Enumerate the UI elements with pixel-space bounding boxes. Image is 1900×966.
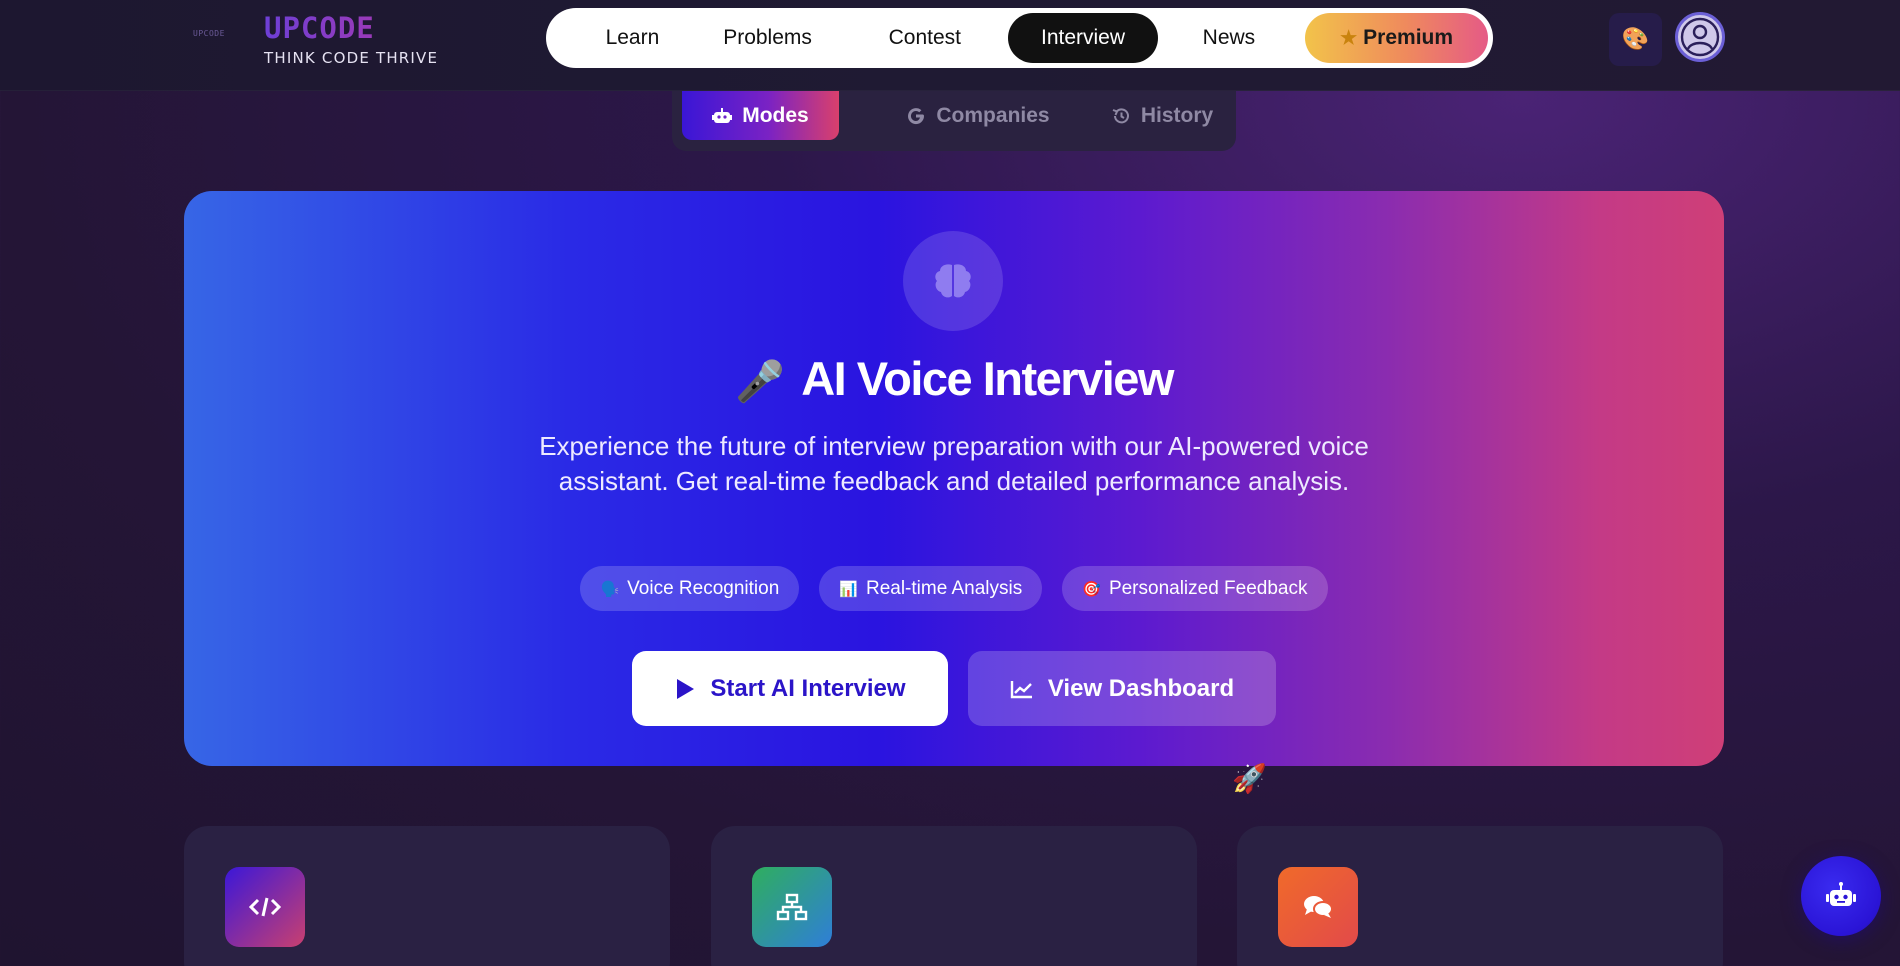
brain-icon bbox=[935, 264, 971, 298]
target-icon: 🎯 bbox=[1082, 580, 1101, 598]
mode-card-behavioral[interactable] bbox=[1237, 826, 1723, 966]
premium-label: Premium bbox=[1363, 26, 1454, 49]
palette-icon: 🎨 bbox=[1621, 27, 1650, 52]
nav-item-premium[interactable]: ★ Premium bbox=[1305, 13, 1488, 63]
feature-chip-label: Voice Recognition bbox=[627, 577, 780, 599]
google-icon bbox=[908, 107, 925, 124]
feature-chip-realtime-analysis: 📊 Real-time Analysis bbox=[819, 566, 1043, 611]
view-dashboard-button[interactable]: View Dashboard bbox=[968, 651, 1276, 726]
nav-item-interview[interactable]: Interview bbox=[1008, 13, 1158, 63]
code-icon-badge bbox=[225, 867, 305, 947]
feature-chip-label: Real-time Analysis bbox=[865, 577, 1023, 599]
interview-subtabs: Modes Companies History bbox=[672, 91, 1236, 151]
feature-chip-personalized-feedback: 🎯 Personalized Feedback bbox=[1062, 566, 1328, 611]
chatbot-button[interactable] bbox=[1801, 856, 1881, 936]
tab-history[interactable]: History bbox=[1092, 91, 1232, 140]
network-icon-badge bbox=[752, 867, 832, 947]
nav-item-contest[interactable]: Contest bbox=[841, 13, 1008, 63]
robot-icon bbox=[712, 107, 733, 123]
hero-title: 🎤 AI Voice Interview bbox=[184, 351, 1724, 406]
feature-chip-label: Personalized Feedback bbox=[1108, 577, 1308, 599]
theme-palette-button[interactable]: 🎨 bbox=[1609, 13, 1662, 66]
history-icon bbox=[1112, 107, 1129, 123]
tab-modes-label: Modes bbox=[742, 103, 809, 127]
network-icon bbox=[776, 893, 808, 921]
chat-bubbles-icon bbox=[1304, 896, 1333, 918]
brand-title[interactable]: UPCODE bbox=[264, 11, 375, 45]
feature-chip-voice-recognition: 🗣️ Voice Recognition bbox=[580, 566, 800, 611]
chat-icon-badge bbox=[1278, 867, 1358, 947]
brain-icon-badge bbox=[903, 231, 1003, 331]
tab-companies[interactable]: Companies bbox=[872, 91, 1084, 140]
mode-card-coding[interactable] bbox=[184, 826, 670, 966]
main-nav: Learn Problems Contest Interview News ★ … bbox=[546, 8, 1493, 68]
play-icon bbox=[677, 678, 695, 699]
robot-icon bbox=[1826, 882, 1856, 906]
hero-description: Experience the future of interview prepa… bbox=[539, 431, 1369, 496]
hero-title-text: AI Voice Interview bbox=[801, 352, 1174, 405]
mode-card-system-design[interactable] bbox=[711, 826, 1197, 966]
nav-item-problems[interactable]: Problems bbox=[694, 13, 841, 63]
tab-companies-label: Companies bbox=[936, 103, 1050, 127]
brand-tagline: THINK CODE THRIVE bbox=[264, 49, 439, 67]
nav-item-news[interactable]: News bbox=[1158, 13, 1301, 63]
tab-modes[interactable]: Modes bbox=[682, 91, 839, 140]
top-navigation-bar: UPCODE UPCODE THINK CODE THRIVE Learn Pr… bbox=[0, 0, 1900, 91]
feature-chips: 🗣️ Voice Recognition 📊 Real-time Analysi… bbox=[184, 566, 1724, 611]
speaking-head-icon: 🗣️ bbox=[600, 580, 620, 598]
start-ai-interview-button[interactable]: Start AI Interview bbox=[632, 651, 948, 726]
line-chart-icon bbox=[1010, 680, 1032, 698]
bar-chart-icon: 📊 bbox=[839, 580, 858, 598]
view-dashboard-label: View Dashboard bbox=[1047, 674, 1235, 702]
start-ai-interview-label: Start AI Interview bbox=[710, 674, 906, 702]
nav-item-learn[interactable]: Learn bbox=[571, 13, 694, 63]
user-avatar-icon bbox=[1680, 17, 1720, 57]
logo-mark[interactable]: UPCODE bbox=[193, 29, 237, 45]
rocket-icon: 🚀 bbox=[1232, 762, 1267, 795]
code-icon bbox=[249, 897, 281, 917]
tab-history-label: History bbox=[1140, 103, 1214, 127]
star-icon: ★ bbox=[1340, 27, 1358, 49]
microphone-icon: 🎤 bbox=[735, 360, 785, 404]
profile-avatar-button[interactable] bbox=[1675, 12, 1725, 62]
ai-voice-interview-hero: 🎤 AI Voice Interview Experience the futu… bbox=[184, 191, 1724, 766]
